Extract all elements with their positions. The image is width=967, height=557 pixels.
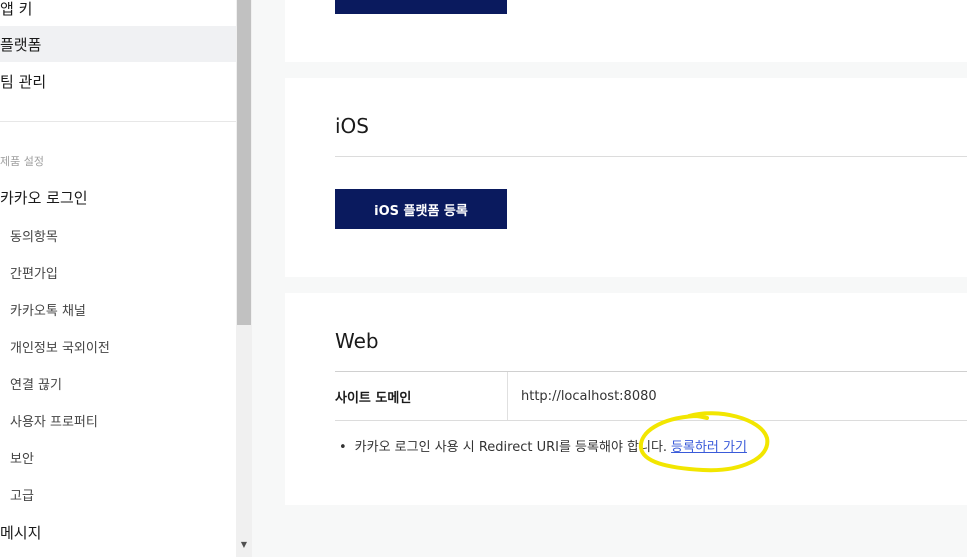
sidebar-scrollbar[interactable]: ▼ bbox=[236, 0, 252, 557]
scrollbar-thumb[interactable] bbox=[237, 0, 251, 325]
sidebar-subitem-label: 보안 bbox=[10, 451, 34, 467]
sidebar-item-label: 카카오 로그인 bbox=[0, 188, 88, 207]
card-previous-platform bbox=[285, 0, 967, 62]
sidebar-subitem-security[interactable]: 보안 bbox=[0, 442, 236, 472]
sidebar-item-label: 메시지 bbox=[0, 523, 42, 542]
sidebar-subitem-simple-signup[interactable]: 간편가입 bbox=[0, 257, 236, 287]
sidebar-subitem-label: 간편가입 bbox=[10, 266, 58, 282]
sidebar-item-label: 플랫폼 bbox=[0, 35, 42, 54]
web-section-title: Web bbox=[335, 329, 379, 353]
site-domain-label: 사이트 도메인 bbox=[335, 372, 508, 420]
sidebar-subitem-kakaotalk-channel[interactable]: 카카오톡 채널 bbox=[0, 294, 236, 324]
sidebar-item-team-management[interactable]: 팀 관리 bbox=[0, 63, 236, 99]
card-ios: iOS iOS 플랫폼 등록 bbox=[285, 78, 967, 277]
ios-divider bbox=[335, 156, 967, 157]
sidebar-divider bbox=[0, 121, 236, 122]
sidebar-item-kakao-login[interactable]: 카카오 로그인 bbox=[0, 179, 236, 215]
sidebar-item-app-key[interactable]: 앱 키 bbox=[0, 0, 236, 26]
sidebar-item-platform[interactable]: 플랫폼 bbox=[0, 26, 236, 62]
sidebar-subitem-label: 고급 bbox=[10, 488, 34, 504]
sidebar: 앱 키 플랫폼 팀 관리 제품 설정 카카오 로그인 동의항목 간편가입 카카오… bbox=[0, 0, 236, 557]
sidebar-subitem-overseas-transfer[interactable]: 개인정보 국외이전 bbox=[0, 331, 236, 361]
note-bullet: • bbox=[339, 440, 347, 455]
ios-register-button[interactable]: iOS 플랫폼 등록 bbox=[335, 189, 507, 229]
sidebar-subitem-advanced[interactable]: 고급 bbox=[0, 479, 236, 509]
sidebar-subitem-consent[interactable]: 동의항목 bbox=[0, 220, 236, 250]
sidebar-section-label: 제품 설정 bbox=[0, 155, 44, 168]
sidebar-subitem-label: 개인정보 국외이전 bbox=[10, 340, 110, 356]
card-web: Web 사이트 도메인 http://localhost:8080 • 카카오 로… bbox=[285, 293, 967, 505]
sidebar-subitem-unlink[interactable]: 연결 끊기 bbox=[0, 368, 236, 398]
sidebar-subitem-label: 카카오톡 채널 bbox=[10, 303, 86, 319]
sidebar-item-message[interactable]: 메시지 bbox=[0, 514, 236, 550]
sidebar-subitem-label: 연결 끊기 bbox=[10, 377, 62, 393]
ios-section-title: iOS bbox=[335, 114, 369, 138]
scroll-down-arrow-icon[interactable]: ▼ bbox=[236, 538, 252, 552]
highlight-circle-annotation bbox=[638, 411, 770, 473]
sidebar-subitem-label: 사용자 프로퍼티 bbox=[10, 414, 98, 430]
note-text: 카카오 로그인 사용 시 Redirect URI를 등록해야 합니다. bbox=[354, 440, 668, 455]
sidebar-item-label: 팀 관리 bbox=[0, 72, 47, 91]
register-platform-button[interactable] bbox=[335, 0, 507, 14]
sidebar-item-label: 앱 키 bbox=[0, 0, 33, 18]
sidebar-subitem-user-properties[interactable]: 사용자 프로퍼티 bbox=[0, 405, 236, 435]
sidebar-subitem-label: 동의항목 bbox=[10, 229, 58, 245]
